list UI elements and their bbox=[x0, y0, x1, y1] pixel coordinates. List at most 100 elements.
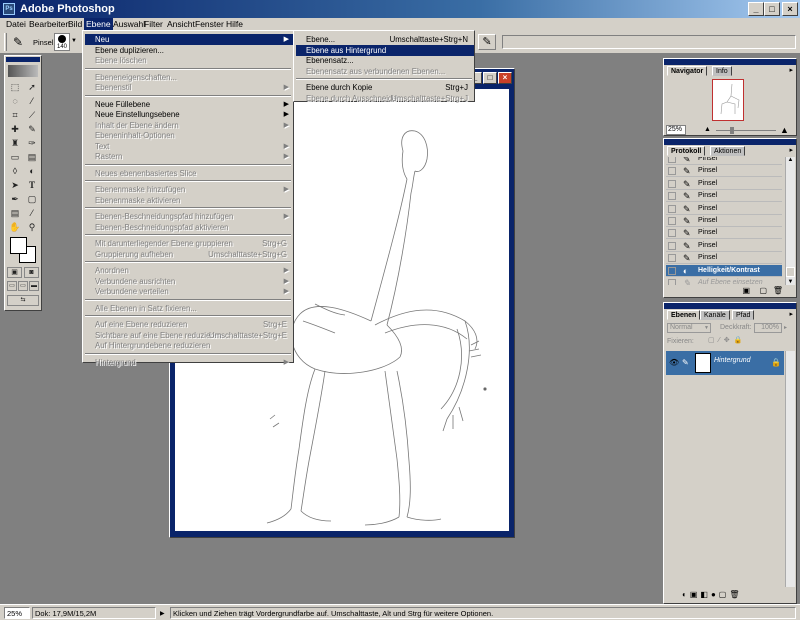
menu-ebene[interactable]: Ebene bbox=[84, 18, 113, 30]
doc-maximize-button[interactable]: □ bbox=[483, 72, 497, 84]
history-checkbox[interactable] bbox=[668, 279, 676, 285]
menu-item-ebenenmaske-aktivieren[interactable]: Ebenenmaske aktivieren bbox=[85, 195, 293, 206]
menu-item-ebenenstil[interactable]: Ebenenstil ▶ bbox=[85, 82, 293, 93]
doc-close-button[interactable]: × bbox=[498, 72, 512, 84]
history-checkbox[interactable] bbox=[668, 229, 676, 238]
menu-item-anordnen[interactable]: Anordnen ▶ bbox=[85, 265, 293, 276]
palette-well[interactable] bbox=[502, 35, 796, 49]
menu-item-auf-hintergrundebene-reduzieren[interactable]: Auf Hintergrundebene reduzieren bbox=[85, 340, 293, 351]
scroll-thumb[interactable] bbox=[786, 267, 795, 277]
history-state-item[interactable]: ✎ Pinsel bbox=[666, 227, 782, 240]
history-state-item[interactable]: ✎ Pinsel bbox=[666, 215, 782, 227]
tab-protokoll[interactable]: Protokoll bbox=[667, 146, 706, 156]
tab-pfad[interactable]: Pfad bbox=[732, 310, 755, 320]
history-checkbox[interactable] bbox=[668, 167, 676, 176]
menu-item-gruppierung-aufheben[interactable]: Gruppierung aufheben Umschalttaste+Strg+G bbox=[85, 249, 293, 260]
zoom-slider-track[interactable] bbox=[716, 130, 776, 131]
blend-mode-select[interactable]: Normal ▼ bbox=[667, 323, 711, 333]
navigator-preview[interactable] bbox=[712, 79, 744, 121]
brush-tool-icon[interactable]: ✎ bbox=[10, 34, 26, 50]
brush-preset-picker[interactable]: 140 bbox=[54, 33, 70, 51]
opacity-arrow-icon[interactable]: ▸ bbox=[784, 324, 787, 331]
adobe-online-icon[interactable] bbox=[8, 65, 38, 77]
hand-tool-icon[interactable]: ✋ bbox=[7, 221, 23, 233]
menu-item-hintergrund[interactable]: Hintergrund ▶ bbox=[85, 357, 293, 368]
clone-stamp-tool-icon[interactable]: ♜ bbox=[7, 137, 23, 149]
close-button[interactable]: × bbox=[782, 2, 798, 16]
menu-item-ebenen-beschneidungspfad-hinzufuegen[interactable]: Ebenen-Beschneidungspfad hinzufügen ▶ bbox=[85, 211, 293, 222]
layer-row-hintergrund[interactable]: 👁 ✎ Hintergrund 🔒 bbox=[666, 351, 784, 375]
marquee-tool-icon[interactable]: ⬚ bbox=[7, 81, 23, 93]
history-checkbox[interactable] bbox=[668, 204, 676, 213]
menu-item-alle-ebenen-in-satz-fixieren[interactable]: Alle Ebenen in Satz fixieren... bbox=[85, 303, 293, 314]
new-snapshot-icon[interactable]: ▢ bbox=[759, 286, 767, 295]
tab-navigator[interactable]: Navigator bbox=[667, 66, 708, 76]
foreground-color-swatch[interactable] bbox=[10, 237, 27, 254]
scroll-up-icon[interactable]: ▲ bbox=[786, 157, 795, 163]
navigator-zoom-field[interactable]: 25% bbox=[666, 125, 686, 135]
panel-menu-arrow-icon[interactable]: ▸ bbox=[789, 146, 793, 154]
history-checkbox[interactable] bbox=[668, 254, 676, 263]
tab-aktionen[interactable]: Aktionen bbox=[710, 146, 746, 156]
shape-tool-icon[interactable]: ▢ bbox=[24, 193, 40, 205]
menu-item-neue-einstellungsebene[interactable]: Neue Einstellungsebene ▶ bbox=[85, 109, 293, 120]
menu-item-ebene[interactable]: Ebene... Umschalttaste+Strg+N bbox=[296, 34, 474, 45]
eraser-tool-icon[interactable]: ▭ bbox=[7, 151, 23, 163]
jump-to-imageready-icon[interactable]: ⇆ bbox=[7, 295, 39, 306]
tab-ebenen[interactable]: Ebenen bbox=[667, 310, 701, 320]
standard-mode-icon[interactable]: ▣ bbox=[7, 267, 22, 278]
lasso-tool-icon[interactable]: ◌ bbox=[7, 95, 23, 107]
panel-menu-arrow-icon[interactable]: ▸ bbox=[789, 66, 793, 74]
menu-item-ebeneninhalt-optionen[interactable]: Ebeneninhalt-Optionen bbox=[85, 130, 293, 141]
zoom-in-icon[interactable]: ▲ bbox=[780, 125, 789, 135]
history-checkbox[interactable] bbox=[668, 157, 676, 163]
menu-item-ebeneneigenschaften[interactable]: Ebeneneigenschaften... bbox=[85, 72, 293, 83]
slice-tool-icon[interactable]: ⟋ bbox=[24, 109, 40, 121]
new-document-from-state-icon[interactable]: ▣ bbox=[742, 286, 750, 295]
tab-kanaele[interactable]: Kanäle bbox=[700, 310, 730, 320]
history-checkbox[interactable] bbox=[668, 217, 676, 225]
airbrush-icon[interactable]: ✎ bbox=[478, 34, 496, 50]
history-state-item[interactable]: ✎ Pinsel bbox=[666, 202, 782, 215]
menu-item-ebenensatz[interactable]: Ebenensatz... bbox=[296, 55, 474, 66]
history-state-item[interactable]: ✎ Pinsel bbox=[666, 165, 782, 178]
notes-tool-icon[interactable]: ▤ bbox=[7, 207, 23, 219]
maximize-button[interactable]: □ bbox=[764, 2, 780, 16]
menu-item-verbundene-verteilen[interactable]: Verbundene verteilen ▶ bbox=[85, 286, 293, 297]
menu-hilfe[interactable]: Hilfe bbox=[224, 18, 245, 30]
zoom-out-icon[interactable]: ▲ bbox=[704, 126, 711, 133]
history-checkbox[interactable] bbox=[668, 192, 676, 201]
tab-info[interactable]: Info bbox=[712, 66, 732, 76]
brush-tool-icon[interactable]: ✎ bbox=[24, 123, 40, 135]
pen-tool-icon[interactable]: ✒ bbox=[7, 193, 23, 205]
menu-item-sichtbare-auf-eine-ebene-reduzieren[interactable]: Sichtbare auf eine Ebene reduzieren Umsch… bbox=[85, 330, 293, 341]
screen-mode-full-icon[interactable]: ▬ bbox=[29, 281, 39, 291]
gradient-tool-icon[interactable]: ▤ bbox=[24, 151, 40, 163]
trash-icon[interactable]: 🗑 bbox=[773, 286, 783, 295]
history-scrollbar[interactable]: ▲ ▼ bbox=[785, 157, 795, 285]
history-checkbox[interactable] bbox=[668, 266, 676, 275]
minimize-button[interactable]: _ bbox=[748, 2, 764, 16]
screen-mode-menu-icon[interactable]: ▭ bbox=[18, 281, 28, 291]
magic-wand-tool-icon[interactable]: ⁄ bbox=[24, 95, 40, 107]
menu-item-rastern[interactable]: Rastern ▶ bbox=[85, 151, 293, 162]
history-state-item[interactable]: ✎ Pinsel bbox=[666, 157, 782, 165]
menu-item-neues-ebenenbasiertes-slice[interactable]: Neues ebenenbasiertes Slice bbox=[85, 168, 293, 179]
history-checkbox[interactable] bbox=[668, 179, 676, 188]
history-brush-tool-icon[interactable]: ✑ bbox=[24, 137, 40, 149]
status-zoom-field[interactable]: 25% bbox=[4, 607, 30, 619]
history-state-item[interactable]: ✎ Pinsel bbox=[666, 190, 782, 203]
scroll-down-icon[interactable]: ▼ bbox=[786, 279, 795, 285]
menu-datei[interactable]: Datei bbox=[4, 18, 28, 30]
menu-fenster[interactable]: Fenster bbox=[193, 18, 226, 30]
layers-scrollbar[interactable] bbox=[785, 351, 795, 587]
dodge-tool-icon[interactable]: ◐ bbox=[24, 165, 40, 177]
zoom-slider-thumb[interactable] bbox=[730, 127, 734, 134]
lock-options-icons[interactable]: ▢⁄✥🔒 bbox=[708, 336, 782, 347]
layers-bottom-icons[interactable]: ◐▣◧●▢🗑 bbox=[682, 590, 782, 599]
menu-item-mit-darunterliegender-ebene-gruppieren[interactable]: Mit darunterliegender Ebene gruppieren St… bbox=[85, 238, 293, 249]
brush-dropdown-arrow-icon[interactable]: ▼ bbox=[71, 38, 77, 44]
menu-item-text[interactable]: Text ▶ bbox=[85, 141, 293, 152]
eye-visibility-icon[interactable]: 👁 bbox=[669, 358, 679, 367]
menu-item-ebenenmaske-hinzufuegen[interactable]: Ebenenmaske hinzufügen ▶ bbox=[85, 184, 293, 195]
